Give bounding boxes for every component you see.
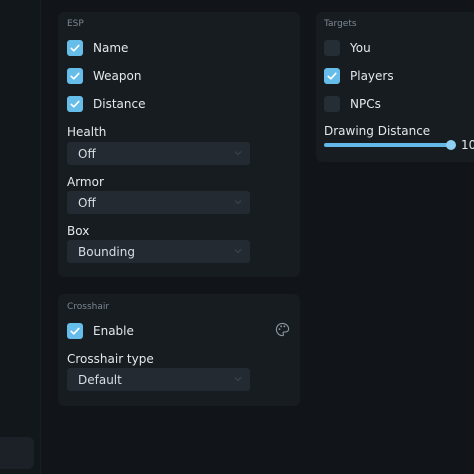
sidebar-bottom-button[interactable] <box>0 437 34 469</box>
esp-weapon-label: Weapon <box>93 69 142 83</box>
check-icon <box>327 72 337 80</box>
chevron-down-icon <box>234 249 242 254</box>
targets-npcs-checkbox[interactable] <box>324 96 340 112</box>
targets-you-label: You <box>350 41 371 55</box>
health-select-value: Off <box>78 146 96 161</box>
esp-name-checkbox[interactable] <box>67 40 83 56</box>
crosshair-type-select[interactable]: Default <box>67 368 250 391</box>
drawing-distance-slider-handle[interactable] <box>446 140 456 150</box>
check-icon <box>70 327 80 335</box>
targets-players-row[interactable]: Players <box>324 66 394 86</box>
health-label: Health <box>67 125 107 139</box>
check-icon <box>70 100 80 108</box>
armor-label: Armor <box>67 175 104 189</box>
targets-players-checkbox[interactable] <box>324 68 340 84</box>
crosshair-panel-title: Crosshair <box>67 302 110 312</box>
box-label: Box <box>67 224 90 238</box>
box-select[interactable]: Bounding <box>67 240 250 263</box>
targets-you-checkbox[interactable] <box>324 40 340 56</box>
sidebar <box>0 0 41 474</box>
esp-panel-title: ESP <box>67 19 84 29</box>
crosshair-enable-row[interactable]: Enable <box>67 321 134 341</box>
chevron-down-icon <box>234 151 242 156</box>
chevron-down-icon <box>234 377 242 382</box>
armor-select-value: Off <box>78 195 96 210</box>
health-select[interactable]: Off <box>67 142 250 165</box>
targets-npcs-label: NPCs <box>350 97 381 111</box>
targets-npcs-row[interactable]: NPCs <box>324 94 381 114</box>
targets-panel-title: Targets <box>324 19 357 29</box>
crosshair-type-select-value: Default <box>78 372 122 387</box>
box-select-value: Bounding <box>78 244 135 259</box>
drawing-distance-slider[interactable] <box>324 143 452 147</box>
esp-name-row[interactable]: Name <box>67 38 128 58</box>
targets-you-row[interactable]: You <box>324 38 371 58</box>
esp-distance-row[interactable]: Distance <box>67 94 145 114</box>
esp-name-label: Name <box>93 41 129 55</box>
esp-distance-checkbox[interactable] <box>67 96 83 112</box>
chevron-down-icon <box>234 200 242 205</box>
esp-weapon-row[interactable]: Weapon <box>67 66 141 86</box>
drawing-distance-label: Drawing Distance <box>324 124 431 138</box>
check-icon <box>70 44 80 52</box>
armor-select[interactable]: Off <box>67 191 250 214</box>
palette-icon[interactable] <box>275 322 290 337</box>
targets-players-label: Players <box>350 69 394 83</box>
esp-distance-label: Distance <box>93 97 146 111</box>
crosshair-type-label: Crosshair type <box>67 352 154 366</box>
esp-weapon-checkbox[interactable] <box>67 68 83 84</box>
check-icon <box>70 72 80 80</box>
crosshair-enable-label: Enable <box>93 324 134 338</box>
drawing-distance-value: 10 <box>461 138 474 152</box>
crosshair-enable-checkbox[interactable] <box>67 323 83 339</box>
